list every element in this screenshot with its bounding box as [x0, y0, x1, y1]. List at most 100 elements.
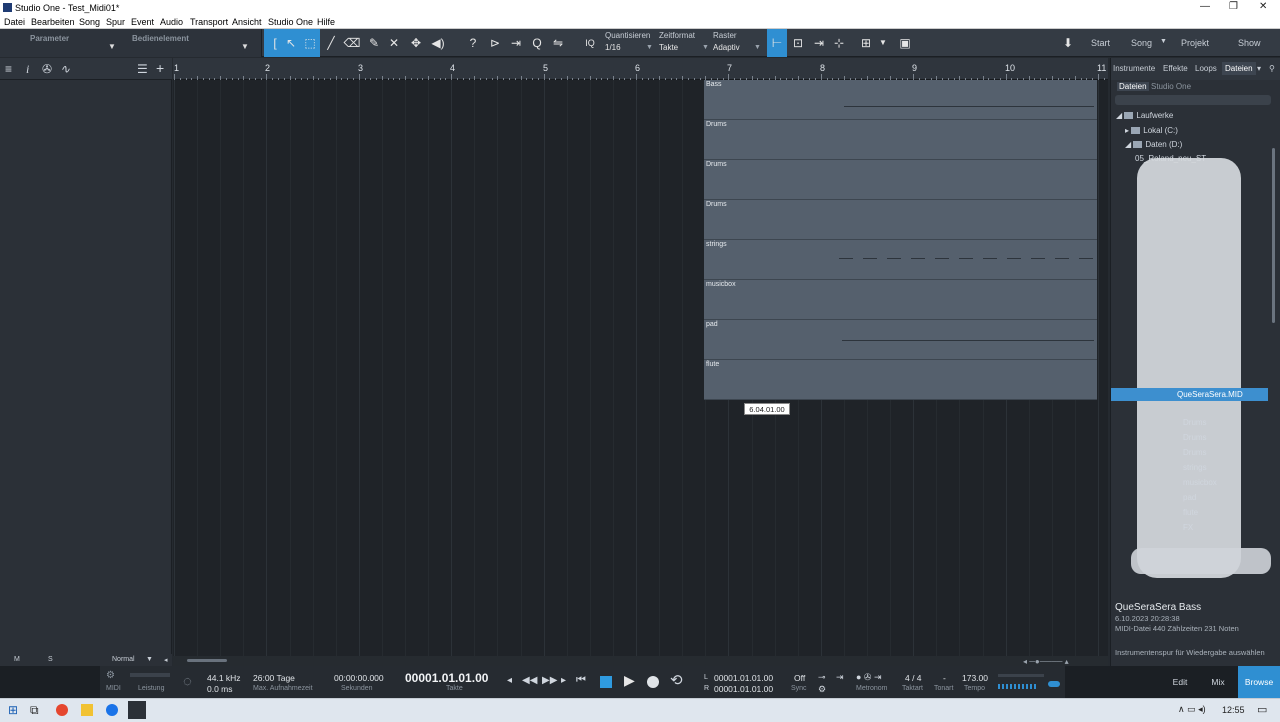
iq-button[interactable]: IQ — [580, 33, 600, 53]
paint-tool-icon[interactable]: ✎ — [364, 33, 384, 53]
windows-start-icon[interactable]: ⊞ — [8, 703, 18, 717]
record-button[interactable] — [647, 676, 659, 688]
tree-drive-d[interactable]: ◢ Daten (D:) — [1125, 140, 1182, 149]
split-tool-icon[interactable]: ╱ — [321, 33, 341, 53]
minimize-button[interactable]: — — [1200, 1, 1210, 12]
video-icon[interactable]: ▣ — [895, 33, 915, 53]
tab-dateien[interactable]: Dateien — [1222, 62, 1256, 75]
return-to-zero-icon[interactable]: ⏮ — [576, 674, 586, 687]
browser-dropdown-icon[interactable]: ▾ — [1257, 64, 1261, 73]
clip-flute[interactable]: flute — [704, 360, 1097, 400]
snap-grid-icon[interactable]: ⊡ — [788, 33, 808, 53]
snap-icon[interactable]: ⊢ — [767, 33, 787, 53]
track-mode-select[interactable]: Normal — [112, 656, 135, 663]
scrollbar-thumb[interactable] — [187, 659, 227, 662]
clip-pad[interactable]: pad — [704, 320, 1097, 360]
menu-audio[interactable]: Audio — [160, 17, 183, 27]
tree-queserasera-mid[interactable]: QueSeraSera.MID — [1177, 390, 1243, 399]
instrument-track-hint[interactable]: Instrumentenspur für Wiedergabe auswähle… — [1115, 648, 1265, 657]
range-tool-icon[interactable]: ⬚ — [300, 33, 320, 53]
tab-loops[interactable]: Loops — [1195, 64, 1217, 73]
clip-musicbox[interactable]: musicbox — [704, 280, 1097, 320]
browser-icon[interactable] — [106, 704, 118, 716]
time-signature[interactable]: 4 / 4 — [905, 673, 922, 683]
close-button[interactable]: ✕ — [1259, 1, 1267, 12]
menu-bearbeiten[interactable]: Bearbeiten — [31, 17, 75, 27]
mute-tool-icon[interactable]: ✕ — [384, 33, 404, 53]
listen-tool-icon[interactable]: ◀) — [428, 33, 448, 53]
subtab-dateien[interactable]: Dateien — [1117, 82, 1149, 91]
clip-strings[interactable]: strings — [704, 240, 1097, 280]
tempo-value[interactable]: 173.00 — [962, 673, 988, 683]
scroll-left-icon[interactable]: ◂ — [164, 656, 168, 664]
browser-path-field[interactable] — [1115, 95, 1271, 105]
automation-icon[interactable]: ∿ — [60, 62, 70, 76]
bedienelement-dropdown-icon[interactable]: ▼ — [241, 42, 249, 51]
search-icon[interactable]: ⚲ — [1269, 64, 1275, 73]
loop-right-position[interactable]: 00001.01.01.00 — [714, 684, 773, 694]
track-list-options-icon[interactable]: ☰ — [137, 62, 148, 76]
metronome-toggle-icon[interactable]: ● ✇ ⇥ — [856, 672, 882, 683]
menu-ansicht[interactable]: Ansicht — [232, 17, 262, 27]
metronome-icon[interactable]: ⇥ — [836, 672, 844, 683]
arrange-view[interactable]: 1 2 3 4 5 6 7 8 9 10 11 Bass Drums Drums… — [173, 58, 1108, 666]
tab-effekte[interactable]: Effekte — [1163, 64, 1188, 73]
tree-drive-c[interactable]: ▸ Lokal (C:) — [1125, 126, 1178, 135]
rewind-icon[interactable]: ◀◀ — [522, 675, 537, 686]
mute-all-button[interactable]: M — [14, 656, 20, 663]
forward-end-icon[interactable]: ▸ — [561, 675, 566, 686]
menu-event[interactable]: Event — [131, 17, 154, 27]
solo-all-button[interactable]: S — [48, 656, 53, 663]
zeitformat-dropdown-icon[interactable]: ▼ — [702, 44, 709, 51]
bend-tool-icon[interactable]: ✥ — [406, 33, 426, 53]
track-menu-icon[interactable]: ≡ — [5, 62, 12, 76]
subtab-studio-one[interactable]: Studio One — [1151, 82, 1191, 91]
tree-file[interactable]: FX — [1183, 523, 1193, 532]
timestretch-icon[interactable]: ⇋ — [548, 33, 568, 53]
song-dropdown-icon[interactable]: ▼ — [1160, 38, 1167, 45]
parameter-dropdown-icon[interactable]: ▼ — [108, 42, 116, 51]
eraser-tool-icon[interactable]: ⌫ — [342, 33, 362, 53]
edit-view-button[interactable]: Edit — [1161, 666, 1199, 698]
timeline-ruler[interactable]: 1 2 3 4 5 6 7 8 9 10 11 — [173, 58, 1108, 80]
snap-cursor-icon[interactable]: ⊹ — [829, 33, 849, 53]
raster-select[interactable]: Adaptiv — [713, 43, 740, 52]
tree-laufwerke[interactable]: ◢ Laufwerke — [1116, 111, 1173, 120]
position-display[interactable]: 00001.01.01.00 — [405, 671, 488, 685]
maximize-button[interactable]: ❐ — [1229, 1, 1238, 12]
tray-icons[interactable]: ∧ ▭ ◂) — [1178, 704, 1206, 715]
projekt-page-button[interactable]: Projekt — [1181, 38, 1209, 48]
layout-dropdown-icon[interactable]: ▼ — [873, 33, 893, 53]
show-page-button[interactable]: Show — [1238, 38, 1261, 48]
key-value[interactable]: - — [943, 673, 946, 683]
sync-value[interactable]: Off — [794, 673, 805, 683]
quantisieren-select[interactable]: 1/16 — [605, 43, 621, 52]
song-page-button[interactable]: Song — [1131, 38, 1152, 48]
task-view-icon[interactable]: ⧉ — [30, 703, 39, 718]
snap-end-icon[interactable]: ⇥ — [809, 33, 829, 53]
clip-bass[interactable]: Bass — [704, 80, 1097, 120]
notification-icon[interactable]: ▭ — [1257, 703, 1267, 716]
tree-file[interactable]: Drums — [1183, 448, 1207, 457]
tree-file[interactable]: musicbox — [1183, 478, 1217, 487]
menu-song[interactable]: Song — [79, 17, 100, 27]
arrow-tool-icon[interactable]: ↖ — [281, 33, 301, 53]
zeitformat-select[interactable]: Takte — [659, 43, 678, 52]
rewind-start-icon[interactable]: ◂ — [507, 675, 512, 686]
start-page-button[interactable]: Start — [1091, 38, 1110, 48]
horizontal-scrollbar[interactable]: ◂ ─●──── ▴ — [173, 656, 1108, 666]
download-icon[interactable]: ⬇ — [1058, 33, 1078, 53]
help-icon[interactable]: ? — [463, 33, 483, 53]
tab-instrumente[interactable]: Instrumente — [1113, 64, 1155, 73]
menu-studio-one[interactable]: Studio One — [268, 17, 313, 27]
loop-button[interactable]: ⟲ — [670, 671, 683, 689]
firefox-icon[interactable] — [56, 704, 68, 716]
studio-one-taskbar-icon[interactable] — [128, 701, 146, 719]
track-mode-dropdown-icon[interactable]: ▼ — [146, 656, 153, 663]
wrench-icon[interactable]: ✇ — [42, 62, 52, 76]
file-explorer-icon[interactable] — [81, 704, 93, 716]
clip-drums-1[interactable]: Drums — [704, 120, 1097, 160]
precount-icon[interactable]: ⊸ — [818, 672, 826, 683]
autoscroll-icon[interactable]: ⊳ — [485, 33, 505, 53]
zoom-slider[interactable]: ◂ ─●──── ▴ — [1023, 657, 1069, 666]
